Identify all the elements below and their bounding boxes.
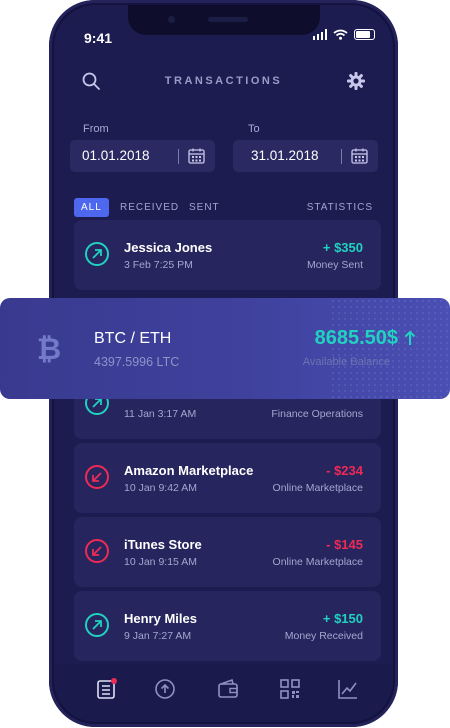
transaction-card[interactable]: iTunes Store 10 Jan 9:15 AM - $145 Onlin… bbox=[74, 517, 381, 587]
transaction-amount: + $350 bbox=[322, 240, 363, 255]
calendar-icon[interactable] bbox=[188, 148, 205, 164]
transaction-type: Online Marketplace bbox=[272, 556, 363, 568]
currency-pair: BTC / ETH bbox=[94, 330, 172, 347]
speaker-grille bbox=[208, 17, 248, 22]
transaction-date: 10 Jan 9:15 AM bbox=[124, 556, 197, 568]
tab-received[interactable]: RECEIVED bbox=[120, 198, 179, 217]
camera-dot bbox=[168, 16, 175, 23]
divider bbox=[178, 149, 179, 164]
battery-icon bbox=[354, 29, 375, 40]
transaction-name: Jessica Jones bbox=[124, 240, 213, 255]
transaction-type: Money Received bbox=[284, 630, 363, 642]
received-arrow-icon bbox=[85, 465, 109, 489]
chart-icon[interactable] bbox=[337, 678, 359, 700]
to-label: To bbox=[248, 123, 260, 135]
available-balance: 8685.50$ bbox=[314, 327, 398, 349]
to-date-field[interactable]: 31.01.2018 bbox=[233, 140, 378, 172]
page-title: TRANSACTIONS bbox=[164, 75, 283, 87]
secondary-balance: 4397.5996 LTC bbox=[94, 355, 180, 369]
status-time: 9:41 bbox=[84, 30, 113, 46]
transaction-name: Amazon Marketplace bbox=[124, 463, 254, 478]
upload-icon[interactable] bbox=[154, 678, 176, 700]
transaction-card[interactable]: Amazon Marketplace 10 Jan 9:42 AM - $234… bbox=[74, 443, 381, 513]
balance-label: Available Balance bbox=[302, 356, 390, 368]
transaction-date: 11 Jan 3:17 AM bbox=[124, 408, 197, 420]
transaction-amount: - $234 bbox=[326, 463, 363, 478]
qr-code-icon[interactable] bbox=[279, 678, 301, 700]
arrow-up-icon bbox=[404, 330, 416, 345]
divider bbox=[341, 149, 342, 164]
transaction-amount: - $145 bbox=[326, 537, 363, 552]
tab-sent[interactable]: SENT bbox=[189, 198, 220, 217]
wallet-icon[interactable] bbox=[217, 678, 239, 700]
transaction-card[interactable]: Henry Miles 9 Jan 7:27 AM + $150 Money R… bbox=[74, 591, 381, 661]
gear-icon[interactable] bbox=[346, 71, 366, 91]
tab-statistics[interactable]: STATISTICS bbox=[307, 198, 373, 217]
transaction-name: iTunes Store bbox=[124, 537, 202, 552]
phone-notch bbox=[128, 5, 320, 35]
bottom-nav bbox=[54, 664, 393, 722]
sent-arrow-icon bbox=[85, 242, 109, 266]
list-icon[interactable] bbox=[96, 678, 118, 700]
transaction-name: Henry Miles bbox=[124, 611, 197, 626]
transaction-type: Finance Operations bbox=[271, 408, 363, 420]
tab-all[interactable]: ALL bbox=[74, 198, 109, 217]
received-arrow-icon bbox=[85, 539, 109, 563]
from-date-field[interactable]: 01.01.2018 bbox=[70, 140, 215, 172]
signal-icon bbox=[312, 29, 327, 40]
wifi-icon bbox=[333, 29, 348, 40]
transaction-type: Online Marketplace bbox=[272, 482, 363, 494]
transaction-card[interactable]: Jessica Jones 3 Feb 7:25 PM + $350 Money… bbox=[74, 220, 381, 290]
from-date-value: 01.01.2018 bbox=[82, 148, 150, 163]
balance-card[interactable]: ₿ BTC / ETH 4397.5996 LTC 8685.50$ Avail… bbox=[0, 298, 450, 399]
transaction-amount: + $150 bbox=[322, 611, 363, 626]
transaction-type: Money Sent bbox=[306, 259, 363, 271]
to-date-value: 31.01.2018 bbox=[251, 148, 319, 163]
top-header: TRANSACTIONS bbox=[54, 67, 393, 95]
sent-arrow-icon bbox=[85, 613, 109, 637]
transaction-date: 3 Feb 7:25 PM bbox=[124, 259, 193, 271]
bitcoin-icon: ₿ bbox=[37, 332, 61, 367]
transaction-date: 9 Jan 7:27 AM bbox=[124, 630, 192, 642]
svg-text:₿: ₿ bbox=[37, 332, 61, 367]
status-icons bbox=[312, 29, 375, 40]
calendar-icon[interactable] bbox=[351, 148, 368, 164]
filter-tabs: ALL RECEIVED SENT STATISTICS bbox=[54, 198, 393, 218]
transaction-date: 10 Jan 9:42 AM bbox=[124, 482, 197, 494]
from-label: From bbox=[83, 123, 109, 135]
